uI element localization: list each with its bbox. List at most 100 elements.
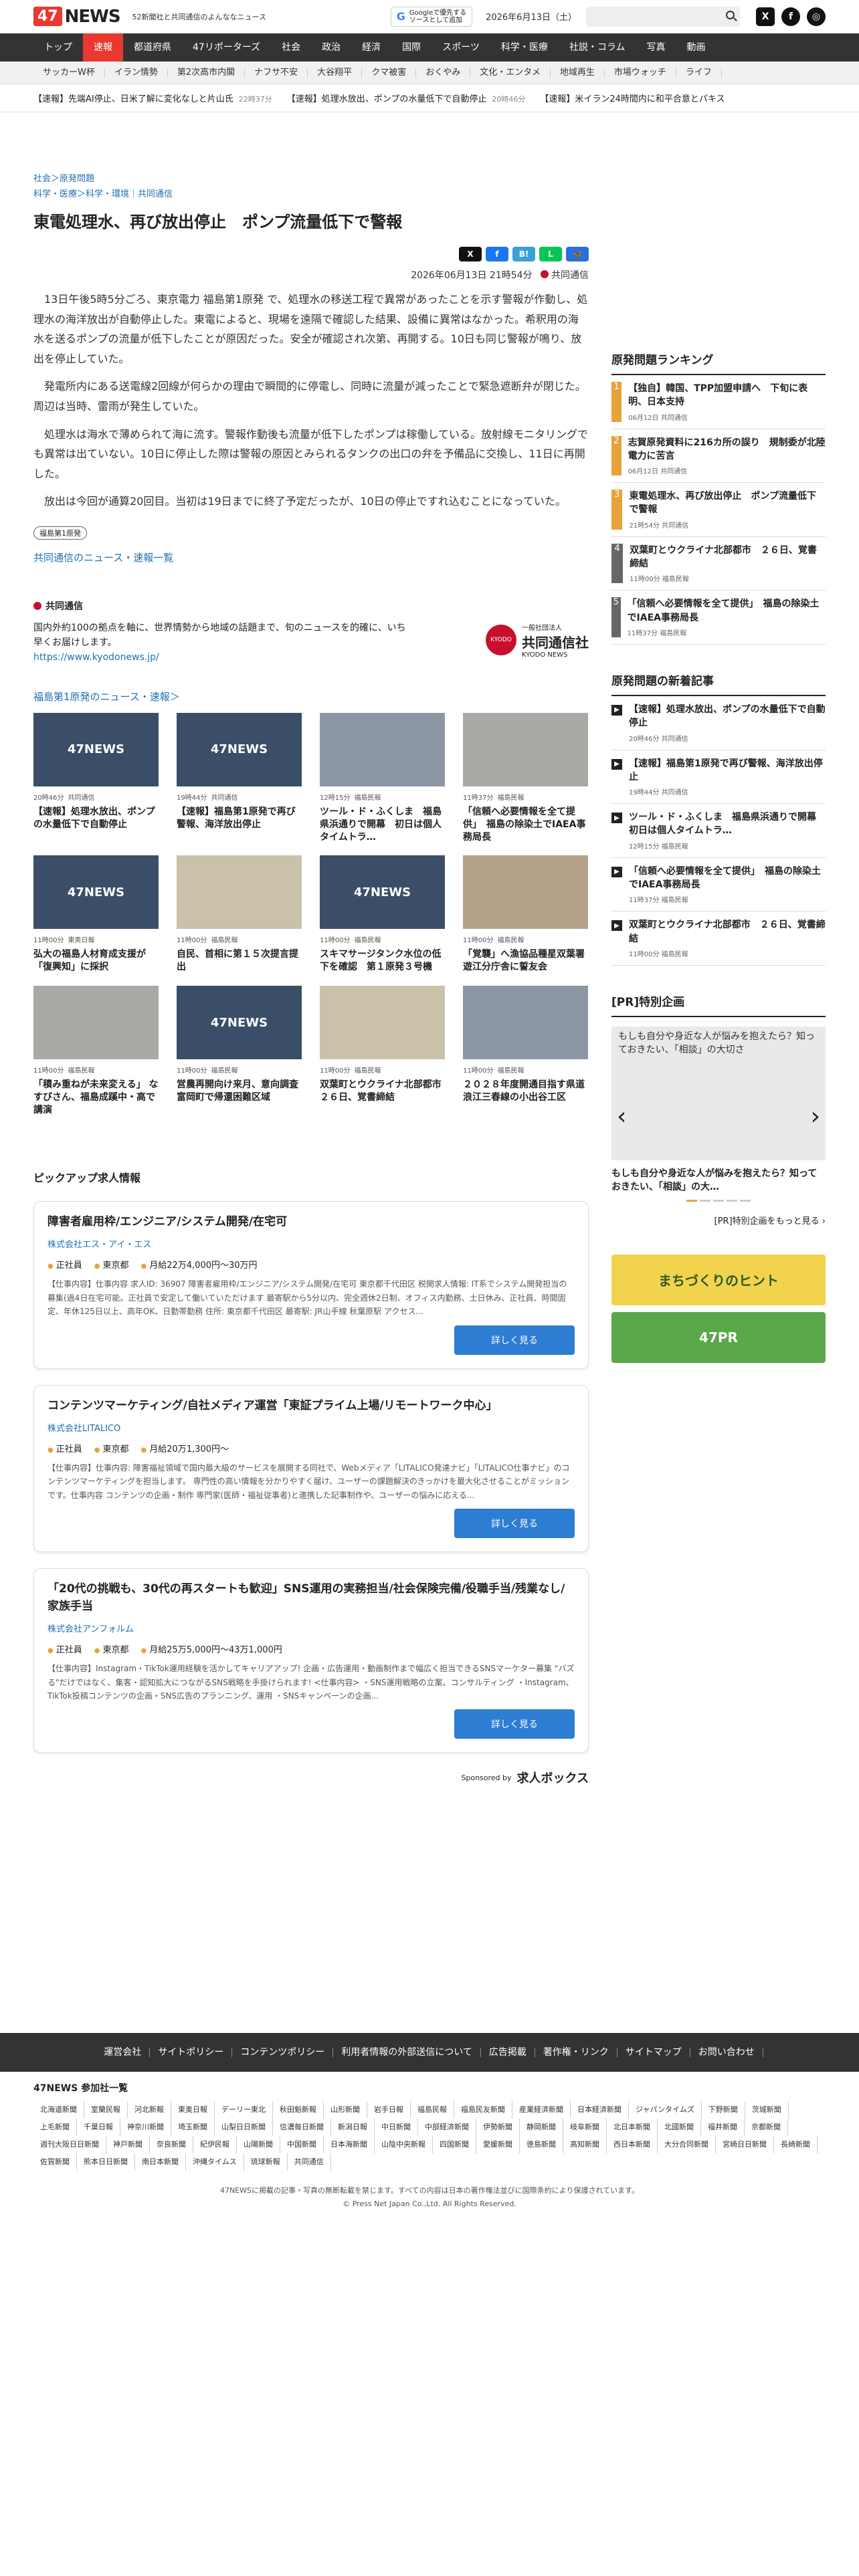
- job-detail-button[interactable]: 詳しく見る: [454, 1709, 575, 1739]
- carousel-dot[interactable]: [713, 1199, 724, 1202]
- related-heading[interactable]: 福島第1原発のニュース・速報＞: [33, 689, 589, 704]
- related-card[interactable]: 11時00分 福島民報 双葉町とウクライナ北部都市 ２６日、覚書締結: [320, 986, 451, 1117]
- related-card[interactable]: 12時15分 福島民報 ツール・ド・ふくしま 福島県浜通りで開幕 初日は個人タイムト…: [320, 712, 445, 844]
- subnav-item[interactable]: クマ被害: [362, 68, 417, 78]
- share-bluesky-icon[interactable]: 🦋: [566, 247, 589, 261]
- carousel-prev-icon[interactable]: ‹: [617, 1100, 626, 1134]
- nav-item[interactable]: 社会: [271, 33, 311, 62]
- related-card[interactable]: 47NEWS 11時00分 東奥日報 弘大の福島人材育成支援が「復興知」に採択: [33, 855, 159, 974]
- subnav-item[interactable]: イラン情勢: [105, 68, 168, 78]
- member-link[interactable]: デーリー東北: [215, 2101, 273, 2119]
- subnav-item[interactable]: ライフ: [676, 68, 722, 78]
- member-link[interactable]: 山陽新聞: [237, 2136, 280, 2153]
- member-link[interactable]: 岩手日報: [367, 2101, 411, 2119]
- facebook-icon[interactable]: f: [781, 7, 800, 26]
- job-detail-button[interactable]: 詳しく見る: [454, 1509, 575, 1539]
- news-logo-thumbnail[interactable]: 47NEWS: [33, 712, 159, 786]
- sponsor-name[interactable]: 求人ボックス: [517, 1769, 589, 1786]
- member-link[interactable]: 西日本新聞: [607, 2136, 658, 2153]
- carousel-dot[interactable]: [727, 1199, 737, 1202]
- nav-item[interactable]: 47リポーターズ: [182, 33, 271, 62]
- source-url[interactable]: https://www.kyodonews.jp/: [33, 652, 159, 663]
- share-x-icon[interactable]: X: [459, 247, 482, 261]
- article-thumbnail[interactable]: [177, 855, 302, 930]
- member-link[interactable]: 熊本日日新聞: [77, 2153, 135, 2171]
- footer-link[interactable]: コンテンツポリシー: [232, 2048, 334, 2057]
- share-hatena-icon[interactable]: B!: [512, 247, 535, 261]
- member-link[interactable]: 伊勢新聞: [476, 2119, 520, 2136]
- latest-title[interactable]: 「信頼へ必要情報を全て提供」 福島の除染土でIAEA事務局長: [629, 865, 826, 892]
- ranking-item[interactable]: 3 東電処理水、再び放出停止 ポンプ流量低下で警報 21時54分 共同通信: [611, 483, 826, 537]
- ranking-item[interactable]: 1 【独自】韓国、TPP加盟申請へ 下旬に表明、日本支持 06月12日 共同通信: [611, 375, 826, 429]
- ticker-item[interactable]: 【速報】米イラン24時間内に和平合意とパキス: [540, 92, 730, 104]
- ranking-item[interactable]: 4 双葉町とウクライナ北部都市 ２６日、覚書締結 11時00分 福島民報: [611, 537, 826, 591]
- member-link[interactable]: 信濃毎日新聞: [273, 2119, 331, 2136]
- card-title[interactable]: 「積み重ねが未来変える」 なすびさん、福島成蹊中・高で講演: [33, 1079, 159, 1117]
- member-link[interactable]: 山梨日日新聞: [215, 2119, 273, 2136]
- latest-item[interactable]: ▶ 「信頼へ必要情報を全て提供」 福島の除染土でIAEA事務局長 11時37分 福島…: [611, 858, 826, 912]
- job-title[interactable]: コンテンツマーケティング/自社メディア運営「東証プライム上場/リモートワーク中心…: [47, 1398, 575, 1415]
- rank-title[interactable]: 「信頼へ必要情報を全て提供」 福島の除染土でIAEA事務局長: [628, 597, 826, 625]
- nav-item[interactable]: 都道府県: [123, 33, 182, 62]
- nav-item[interactable]: トップ: [33, 33, 83, 62]
- job-company[interactable]: 株式会社LITALICO: [47, 1421, 575, 1434]
- card-title[interactable]: 【速報】福島第1原発で再び警報、海洋放出停止: [177, 806, 302, 831]
- member-link[interactable]: 福島民友新聞: [454, 2101, 512, 2119]
- member-link[interactable]: 上毛新聞: [33, 2119, 77, 2136]
- latest-title[interactable]: 双葉町とウクライナ北部都市 ２６日、覚書締結: [629, 918, 826, 946]
- nav-item[interactable]: 速報: [83, 33, 123, 62]
- job-detail-button[interactable]: 詳しく見る: [454, 1325, 575, 1355]
- related-card[interactable]: 11時00分 福島民報 自民、首相に第１５次提言提出: [177, 855, 302, 974]
- search-icon[interactable]: [726, 10, 735, 19]
- subnav-item[interactable]: 地域再生: [551, 68, 605, 78]
- footer-link[interactable]: 著作権・リンク: [535, 2048, 617, 2057]
- member-link[interactable]: 新潟日報: [331, 2119, 375, 2136]
- rank-title[interactable]: 志賀原発資料に216カ所の誤り 規制委が北陸電力に苦言: [628, 436, 826, 463]
- category-breadcrumb[interactable]: 科学・医療＞科学・環境｜共同通信: [33, 187, 589, 199]
- member-link[interactable]: 神戸新聞: [106, 2136, 150, 2153]
- latest-title[interactable]: ツール・ド・ふくしま 福島県浜通りで開幕 初日は個人タイムトラ…: [629, 811, 826, 838]
- subnav-item[interactable]: サッカーW杯: [33, 68, 105, 78]
- nav-item[interactable]: 経済: [351, 33, 391, 62]
- machizukuri-banner[interactable]: まちづくりのヒント: [611, 1254, 826, 1305]
- latest-item[interactable]: ▶ ツール・ド・ふくしま 福島県浜通りで開幕 初日は個人タイムトラ… 12時15分 …: [611, 804, 826, 858]
- article-thumbnail[interactable]: [320, 712, 445, 786]
- member-link[interactable]: 宮崎日日新聞: [716, 2136, 774, 2153]
- member-link[interactable]: 琉球新報: [244, 2153, 288, 2171]
- job-title[interactable]: 障害者雇用枠/エンジニア/システム開発/在宅可: [47, 1214, 575, 1231]
- nav-item[interactable]: 政治: [311, 33, 351, 62]
- member-link[interactable]: ジャパンタイムズ: [629, 2101, 702, 2119]
- globe-icon[interactable]: ◎: [807, 7, 826, 26]
- member-link[interactable]: 紀伊民報: [193, 2136, 237, 2153]
- footer-link[interactable]: 運営会社: [96, 2048, 151, 2057]
- pr-caption[interactable]: もしも自分や身近な人が悩みを抱えたら？知っておきたい、「相談」の大…: [611, 1167, 826, 1194]
- related-card[interactable]: 47NEWS 19時44分 共同通信 【速報】福島第1原発で再び警報、海洋放出停止: [177, 712, 302, 844]
- member-link[interactable]: 神奈川新聞: [120, 2119, 171, 2136]
- pr-more-link[interactable]: [PR]特別企画をもっと見る ›: [611, 1214, 826, 1226]
- member-link[interactable]: 中国新聞: [280, 2136, 324, 2153]
- nav-item[interactable]: 科学・医療: [490, 33, 559, 62]
- carousel-dot[interactable]: [740, 1199, 751, 1202]
- member-link[interactable]: 共同通信: [288, 2153, 331, 2171]
- member-link[interactable]: 大分合同新聞: [658, 2136, 716, 2153]
- nav-item[interactable]: 国際: [391, 33, 432, 62]
- card-title[interactable]: 双葉町とウクライナ北部都市 ２６日、覚書締結: [320, 1079, 451, 1104]
- card-title[interactable]: 【速報】処理水放出、ポンプの水量低下で自動停止: [33, 806, 159, 831]
- nav-item[interactable]: 社説・コラム: [559, 33, 636, 62]
- member-link[interactable]: 山形新聞: [324, 2101, 367, 2119]
- member-link[interactable]: 室蘭民報: [84, 2101, 128, 2119]
- card-title[interactable]: 営農再開向け来月、意向調査 富岡町で帰還困難区域: [177, 1079, 308, 1104]
- kyodo-logo[interactable]: KYODO 一般社団法人 共同通信社 KYODO NEWS: [486, 618, 589, 663]
- news-logo-thumbnail[interactable]: 47NEWS: [320, 855, 445, 930]
- related-card[interactable]: 11時37分 福島民報 「信頼へ必要情報を全て提供」 福島の除染土でIAEA事務局長: [463, 712, 588, 844]
- member-link[interactable]: 茨城新聞: [745, 2101, 789, 2119]
- footer-link[interactable]: 広告掲載: [481, 2048, 535, 2057]
- member-link[interactable]: 中日新聞: [375, 2119, 418, 2136]
- rank-title[interactable]: 双葉町とウクライナ北部都市 ２６日、覚書締結: [630, 544, 826, 571]
- search-input[interactable]: [586, 6, 740, 27]
- site-logo[interactable]: 47 NEWS: [33, 7, 121, 27]
- member-link[interactable]: 福島民報: [411, 2101, 454, 2119]
- related-card[interactable]: 47NEWS 11時00分 福島民報 営農再開向け来月、意向調査 富岡町で帰還困難区域: [177, 986, 308, 1117]
- member-link[interactable]: 徳島新聞: [520, 2136, 563, 2153]
- pr-carousel[interactable]: もしも自分や身近な人が悩みを抱えたら？知っておきたい、「相談」の大切さ ‹ ›: [611, 1026, 826, 1160]
